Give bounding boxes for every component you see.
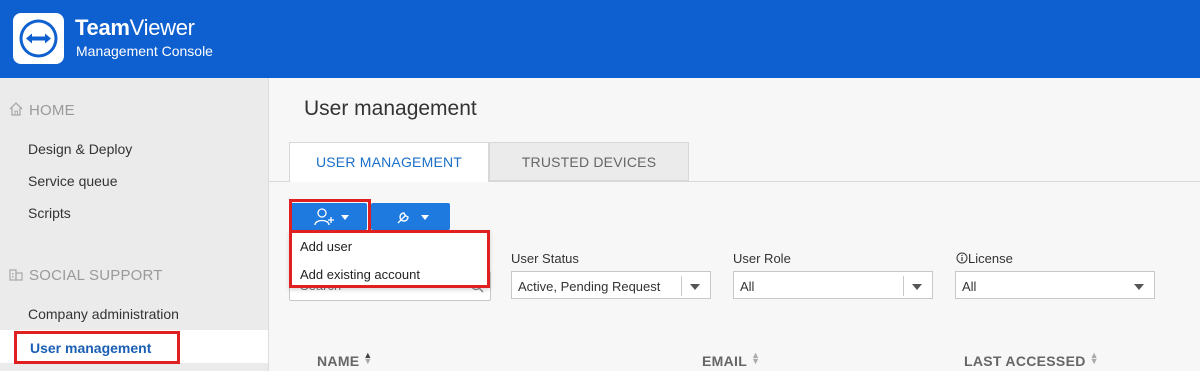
brand-name: TeamViewer bbox=[75, 15, 195, 40]
home-icon bbox=[9, 102, 23, 116]
add-user-button-highlight bbox=[289, 199, 371, 234]
license-select[interactable]: All bbox=[955, 271, 1155, 299]
menu-item-add-user[interactable]: Add user bbox=[300, 239, 352, 254]
column-label: LAST ACCESSED bbox=[964, 353, 1086, 369]
chevron-down-icon bbox=[421, 215, 429, 220]
select-value: All bbox=[962, 279, 977, 294]
select-value: All bbox=[740, 279, 755, 294]
select-divider bbox=[903, 276, 904, 296]
sidebar-item-service-queue[interactable]: Service queue bbox=[28, 173, 118, 189]
sidebar: HOME Design & Deploy Service queue Scrip… bbox=[0, 78, 269, 371]
building-icon bbox=[9, 269, 23, 281]
user-status-select[interactable]: Active, Pending Request bbox=[511, 271, 711, 299]
sidebar-item-design-deploy[interactable]: Design & Deploy bbox=[28, 141, 132, 157]
sidebar-section-label: SOCIAL SUPPORT bbox=[29, 267, 163, 284]
brand-subtitle: Management Console bbox=[76, 43, 213, 59]
sort-icon: ▲ ▼ bbox=[1089, 350, 1099, 366]
chevron-down-icon bbox=[912, 284, 922, 290]
main-content: User management USER MANAGEMENT TRUSTED … bbox=[269, 78, 1200, 371]
user-role-select[interactable]: All bbox=[733, 271, 933, 299]
column-label: NAME bbox=[317, 353, 360, 369]
tools-button[interactable] bbox=[371, 203, 450, 230]
license-label-text: License bbox=[968, 251, 1013, 266]
sidebar-section-home[interactable]: HOME bbox=[8, 101, 75, 119]
page-title: User management bbox=[304, 97, 477, 120]
chevron-down-icon bbox=[690, 284, 700, 290]
sidebar-section-label: HOME bbox=[29, 102, 75, 119]
sidebar-item-scripts[interactable]: Scripts bbox=[28, 205, 71, 221]
column-header-email[interactable]: EMAIL ▲ ▼ bbox=[702, 350, 761, 370]
add-user-menu: Add user Add existing account bbox=[289, 230, 490, 288]
tab-user-management[interactable]: USER MANAGEMENT bbox=[289, 142, 489, 182]
user-status-label: User Status bbox=[511, 251, 579, 266]
info-icon[interactable] bbox=[956, 252, 968, 264]
sidebar-section-social-support[interactable]: SOCIAL SUPPORT bbox=[8, 266, 163, 284]
column-header-name[interactable]: NAME ▲ ▼ bbox=[317, 350, 373, 370]
column-label: EMAIL bbox=[702, 353, 748, 369]
wrench-icon bbox=[397, 212, 409, 224]
app-header: TeamViewer Management Console bbox=[0, 0, 1200, 78]
sidebar-item-label: User management bbox=[30, 340, 152, 356]
chevron-down-icon bbox=[1134, 284, 1144, 290]
column-header-last-accessed[interactable]: LAST ACCESSED ▲ ▼ bbox=[964, 350, 1099, 370]
sort-icon: ▲ ▼ bbox=[751, 350, 761, 366]
user-role-label: User Role bbox=[733, 251, 791, 266]
tab-trusted-devices[interactable]: TRUSTED DEVICES bbox=[489, 142, 689, 181]
sidebar-item-user-management[interactable]: User management bbox=[14, 331, 180, 364]
sidebar-item-company-administration[interactable]: Company administration bbox=[28, 306, 179, 322]
select-value: Active, Pending Request bbox=[518, 279, 661, 294]
sort-asc-icon: ▲ ▼ bbox=[363, 350, 373, 366]
license-label: License bbox=[956, 251, 1013, 266]
select-divider bbox=[681, 276, 682, 296]
menu-item-add-existing-account[interactable]: Add existing account bbox=[300, 267, 420, 282]
teamviewer-logo-icon[interactable] bbox=[13, 13, 64, 64]
